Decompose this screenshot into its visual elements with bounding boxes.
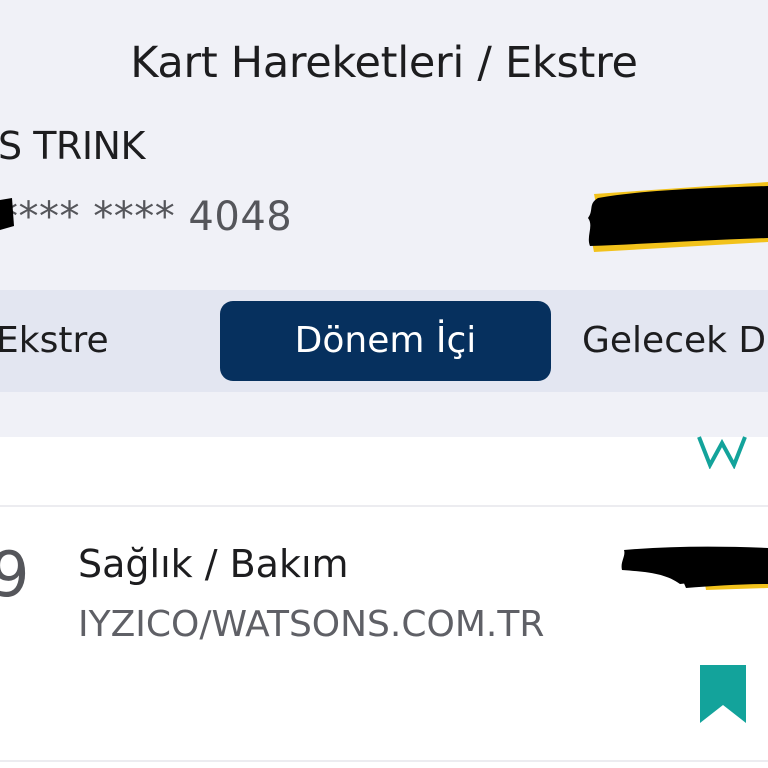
- tab-ekstre[interactable]: Ekstre: [0, 301, 109, 381]
- card-holder-name: S TRINK: [0, 124, 145, 168]
- redacted-amount: [621, 546, 768, 590]
- transaction-date-day: 9: [0, 538, 30, 611]
- list-divider: [0, 505, 768, 507]
- w-icon[interactable]: [696, 433, 748, 469]
- redacted-mark: [0, 198, 14, 230]
- bookmark-icon[interactable]: [700, 665, 746, 723]
- card-number: **** **** 4048: [0, 194, 293, 240]
- transaction-list: [0, 437, 768, 768]
- list-divider: [0, 760, 768, 762]
- redacted-balance: [588, 182, 768, 252]
- transaction-category: Sağlık / Bakım: [78, 542, 349, 586]
- tab-gelecek-donem[interactable]: Gelecek Dö: [582, 301, 768, 381]
- page-title: Kart Hareketleri / Ekstre: [130, 38, 638, 88]
- transaction-merchant: IYZICO/WATSONS.COM.TR: [78, 604, 545, 645]
- tab-donem-ici[interactable]: Dönem İçi: [220, 301, 551, 381]
- period-tab-bar: Ekstre Dönem İçi Gelecek Dö: [0, 290, 768, 392]
